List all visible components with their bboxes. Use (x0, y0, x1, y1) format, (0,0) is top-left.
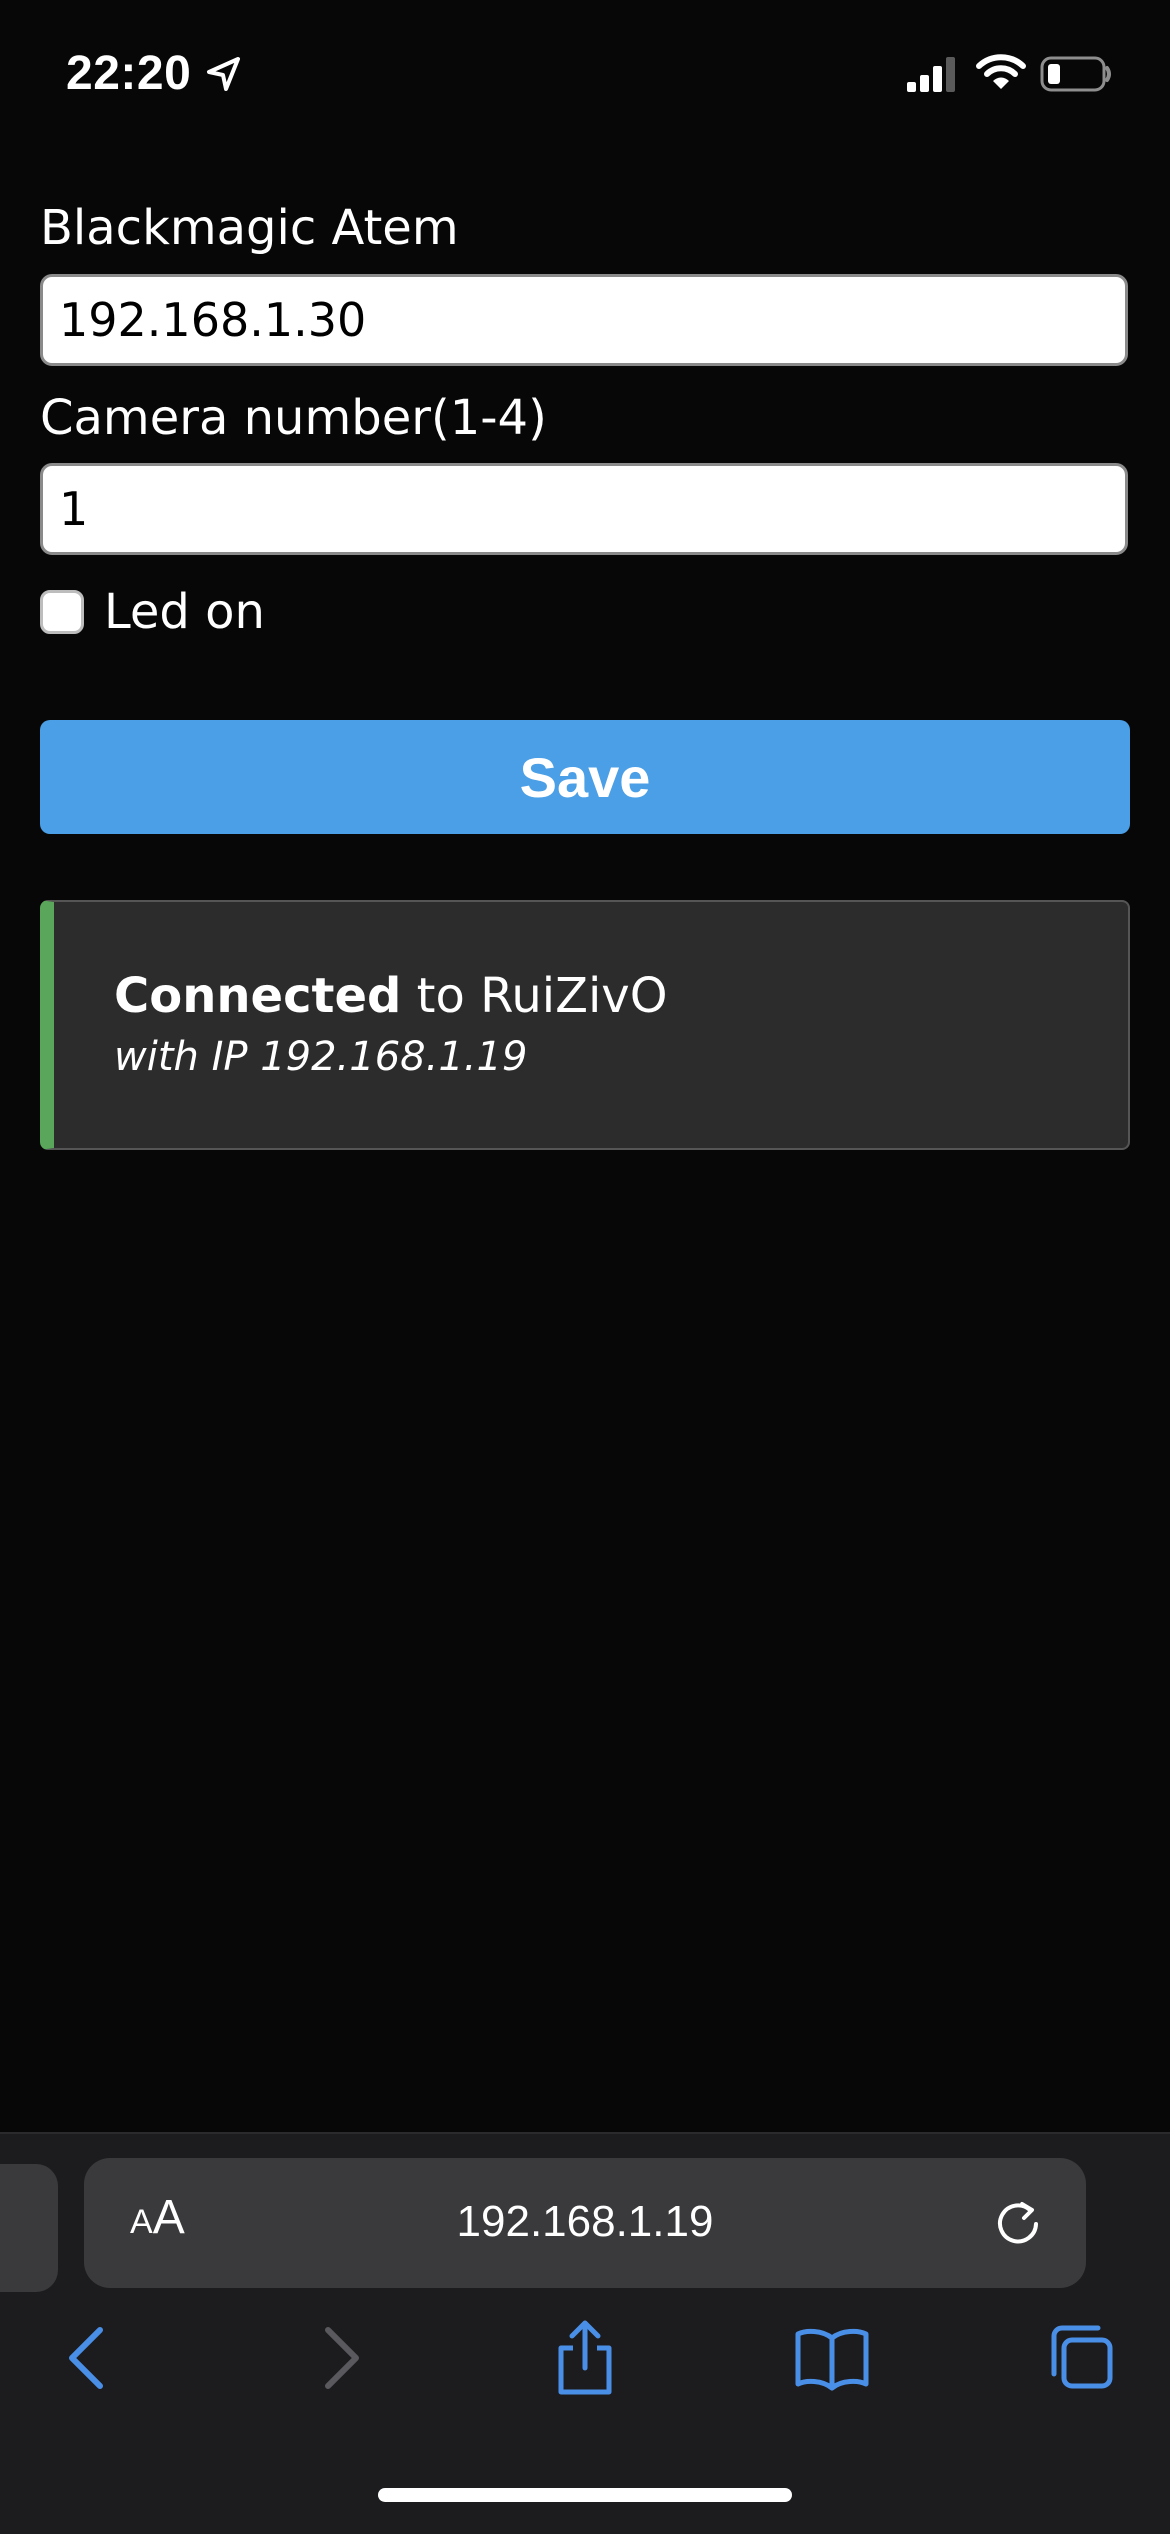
status-time: 22:20 (66, 47, 192, 100)
address-bar[interactable]: AA 192.168.1.19 (84, 2158, 1086, 2288)
previous-tab-preview[interactable] (0, 2164, 58, 2292)
home-indicator[interactable] (378, 2488, 792, 2502)
connection-status-panel: Connected to RuiZivO with IP 192.168.1.1… (40, 900, 1130, 1150)
camera-number-label: Camera number(1-4) (40, 390, 547, 446)
url-text[interactable]: 192.168.1.19 (84, 2192, 1086, 2252)
led-on-row[interactable]: Led on (40, 580, 265, 644)
atem-label: Blackmagic Atem (40, 200, 459, 256)
led-on-checkbox[interactable] (40, 590, 84, 634)
connection-status-line: Connected to RuiZivO (114, 966, 667, 1026)
cellular-signal-icon (907, 57, 955, 92)
location-arrow-icon (207, 57, 240, 91)
connected-word: Connected (114, 968, 402, 1024)
save-button[interactable]: Save (40, 720, 1130, 834)
connection-ip: with IP 192.168.1.19 (114, 1034, 528, 1080)
wifi-icon (976, 54, 1026, 89)
atem-ip-input[interactable] (40, 274, 1128, 366)
status-bar: 22:20 (0, 0, 1170, 140)
connected-network: to RuiZivO (401, 968, 668, 1024)
led-on-label: Led on (104, 584, 265, 640)
share-icon[interactable] (545, 2318, 625, 2398)
back-icon[interactable] (48, 2318, 128, 2398)
bookmarks-icon[interactable] (792, 2318, 872, 2398)
battery-low-icon (1040, 56, 1111, 92)
tabs-icon[interactable] (1040, 2318, 1120, 2398)
forward-icon[interactable] (300, 2318, 380, 2398)
reload-icon[interactable] (990, 2196, 1046, 2252)
camera-number-input[interactable] (40, 463, 1128, 555)
